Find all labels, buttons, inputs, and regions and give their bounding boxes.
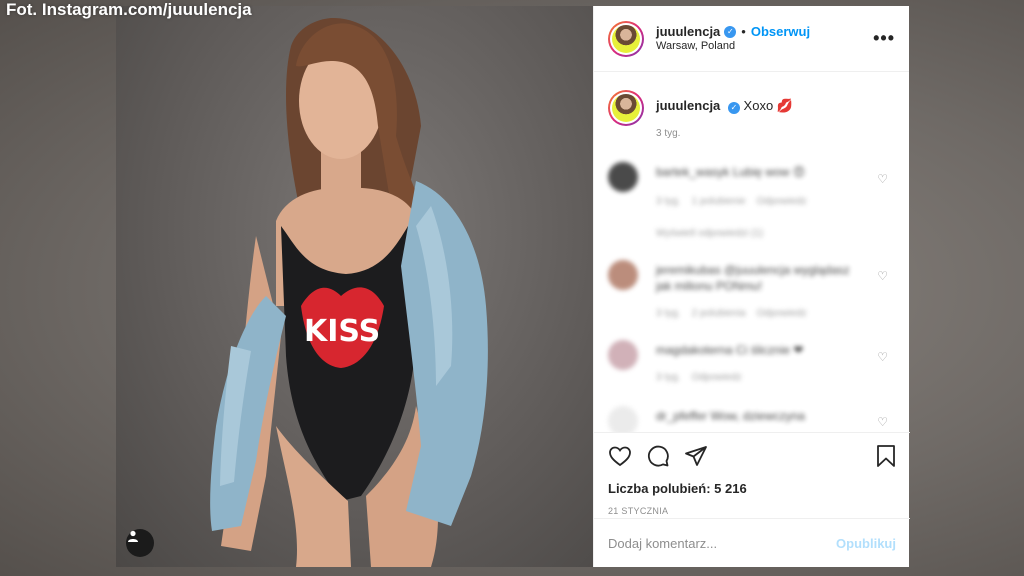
- more-options-button[interactable]: •••: [873, 28, 895, 49]
- caption-timestamp: 3 tyg.: [656, 128, 681, 140]
- comment-like-heart-icon[interactable]: ♡: [877, 172, 888, 186]
- comment-meta: 3 tyg. Odpowiedz: [656, 372, 742, 383]
- author-avatar[interactable]: [608, 20, 644, 57]
- follow-button[interactable]: Obserwuj: [751, 24, 810, 40]
- comment-avatar[interactable]: [608, 340, 638, 370]
- post-panel: juuulencja ✓ • Obserwuj Warsaw, Poland •…: [593, 6, 910, 567]
- comment-input[interactable]: [608, 535, 837, 551]
- comment-like-heart-icon[interactable]: ♡: [877, 350, 888, 364]
- caption-avatar[interactable]: [608, 90, 644, 126]
- comment-avatar[interactable]: [608, 260, 638, 290]
- like-count[interactable]: Liczba polubień: 5 216: [608, 481, 896, 496]
- view-replies[interactable]: Wyświetl odpowiedzi (1): [656, 228, 763, 239]
- post-caption: juuulencja ✓ Xoxo 💋 3 tyg.: [594, 72, 909, 141]
- comment-time: 3 tyg.: [656, 196, 681, 207]
- like-button[interactable]: [608, 445, 632, 472]
- comment-time: 3 tyg.: [656, 372, 681, 383]
- post-photo[interactable]: KISS: [116, 6, 593, 567]
- verified-badge-icon: ✓: [727, 102, 740, 114]
- share-button[interactable]: [684, 445, 708, 472]
- comment-reply[interactable]: Odpowiedz: [757, 196, 807, 207]
- comment-button[interactable]: [646, 444, 670, 473]
- user-tag-button[interactable]: [126, 529, 154, 557]
- caption-username[interactable]: juuulencja: [656, 98, 720, 113]
- add-comment-bar: Opublikuj: [594, 518, 910, 567]
- comment-text: dr_pfeffer Wow, dziewczyna: [656, 409, 805, 423]
- comment-item: dr_pfeffer Wow, dziewczyna: [608, 406, 898, 432]
- bookmark-icon: [877, 444, 895, 467]
- post-actions: Liczba polubień: 5 216 21 stycznia: [594, 432, 910, 522]
- publish-button[interactable]: Opublikuj: [836, 536, 896, 551]
- post-location[interactable]: Warsaw, Poland: [656, 40, 873, 54]
- comments-list[interactable]: bartek_wasyk Lubię wow 😍 3 tyg. 1 polubi…: [594, 150, 910, 432]
- comment-item: magdakoterna Ci ślicznie ❤ 3 tyg. Odpowi…: [608, 340, 898, 390]
- author-username[interactable]: juuulencja: [656, 24, 720, 40]
- separator-dot: •: [741, 23, 746, 39]
- comment-avatar[interactable]: [608, 162, 638, 192]
- comment-avatar[interactable]: [608, 406, 638, 432]
- comment-like-heart-icon[interactable]: ♡: [877, 415, 888, 429]
- post-image: KISS: [210, 17, 488, 567]
- comment-reply[interactable]: Odpowiedz: [757, 308, 807, 319]
- comment-text: jeremikubas @juuulencja wyglądasz jak mi…: [656, 263, 850, 293]
- comment-item: bartek_wasyk Lubię wow 😍 3 tyg. 1 polubi…: [608, 162, 898, 242]
- comment-meta: 3 tyg. 1 polubienie Odpowiedz: [656, 196, 807, 207]
- comment-likes[interactable]: 1 polubienie: [692, 196, 746, 207]
- comment-meta: 3 tyg. 2 polubienia Odpowiedz: [656, 308, 807, 319]
- caption-body: Xoxo 💋: [743, 98, 793, 113]
- comment-item: jeremikubas @juuulencja wyglądasz jak mi…: [608, 260, 898, 320]
- heart-icon: [609, 446, 631, 466]
- comment-time: 3 tyg.: [656, 308, 681, 319]
- comment-like-heart-icon[interactable]: ♡: [877, 269, 888, 283]
- save-button[interactable]: [876, 444, 896, 473]
- comment-icon: [647, 445, 669, 467]
- photo-credit: Fot. Instagram.com/juuulencja: [6, 0, 252, 19]
- comment-likes[interactable]: 2 polubienia: [692, 308, 746, 319]
- verified-badge-icon: ✓: [724, 25, 737, 38]
- comment-text: bartek_wasyk Lubię wow 😍: [656, 165, 806, 179]
- post-date: 21 stycznia: [608, 506, 669, 516]
- comment-reply[interactable]: Odpowiedz: [692, 372, 742, 383]
- post-header: juuulencja ✓ • Obserwuj Warsaw, Poland •…: [594, 6, 909, 72]
- comment-text: magdakoterna Ci ślicznie ❤: [656, 343, 804, 357]
- user-icon: [128, 530, 138, 542]
- shirt-text: KISS: [304, 314, 380, 349]
- share-icon: [685, 445, 707, 466]
